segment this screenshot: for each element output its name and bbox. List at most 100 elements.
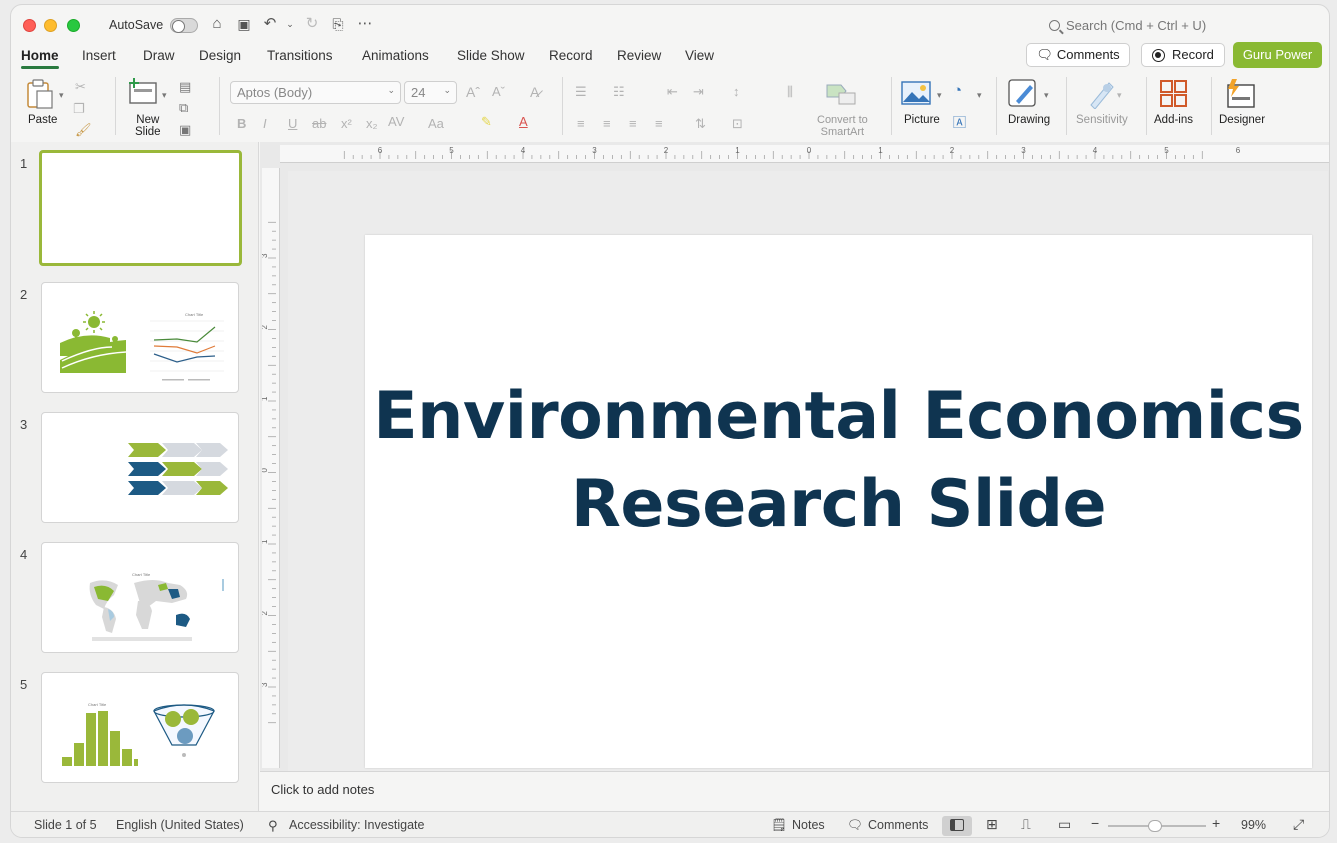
- horizontal-ruler[interactable]: 6 5 4 3 2 1 0 1 2 3 4 5 6: [280, 145, 1330, 163]
- sensitivity-dropdown-icon[interactable]: ▾: [1117, 87, 1122, 103]
- reading-view-icon[interactable]: ⎍: [1021, 816, 1031, 833]
- shapes-icon[interactable]: ◔: [953, 83, 962, 99]
- font-size-select[interactable]: 24 ⌄: [404, 81, 457, 104]
- align-left-icon[interactable]: ≡: [577, 116, 585, 132]
- font-color-icon[interactable]: A: [519, 114, 528, 130]
- slide-thumbnail-4[interactable]: Chart Title: [41, 542, 239, 653]
- autosave-toggle[interactable]: [170, 18, 198, 33]
- tab-insert[interactable]: Insert: [82, 48, 116, 63]
- current-slide[interactable]: Environmental Economics Research Slide: [365, 235, 1312, 768]
- slide-sorter-icon[interactable]: ⊞: [986, 816, 998, 833]
- slide-title[interactable]: Environmental Economics Research Slide: [365, 373, 1312, 549]
- maximize-window-button[interactable]: [67, 19, 80, 32]
- align-right-icon[interactable]: ≡: [629, 116, 637, 132]
- reset-slide-icon[interactable]: ⧉: [179, 100, 188, 116]
- designer-icon[interactable]: [1224, 77, 1258, 109]
- tab-record[interactable]: Record: [549, 48, 593, 63]
- format-painter-icon[interactable]: 🖌: [75, 122, 92, 138]
- tab-slide-show[interactable]: Slide Show: [457, 48, 525, 63]
- notes-pane[interactable]: Click to add notes: [260, 771, 1329, 810]
- line-spacing-icon[interactable]: ↕: [733, 84, 740, 100]
- tab-home[interactable]: Home: [21, 48, 59, 69]
- underline-icon[interactable]: U: [288, 116, 297, 132]
- columns-icon[interactable]: ⫼: [787, 84, 793, 100]
- slide-thumbnail-3[interactable]: [41, 412, 239, 523]
- search-field[interactable]: Search (Cmd + Ctrl + U): [1049, 18, 1206, 33]
- redo-icon[interactable]: ↻: [303, 15, 321, 33]
- slide-thumbnail-5[interactable]: Chart Title: [41, 672, 239, 783]
- tab-transitions[interactable]: Transitions: [267, 48, 333, 63]
- tab-draw[interactable]: Draw: [143, 48, 175, 63]
- new-slide-dropdown-icon[interactable]: ▾: [162, 87, 167, 103]
- zoom-level[interactable]: 99%: [1241, 818, 1266, 832]
- save-as-icon[interactable]: ⎘: [329, 15, 347, 33]
- zoom-slider-thumb[interactable]: [1148, 820, 1162, 832]
- increase-indent-icon[interactable]: ⇥: [693, 84, 704, 100]
- character-spacing-icon[interactable]: AV: [388, 114, 404, 130]
- change-case-icon[interactable]: Aa: [428, 116, 444, 132]
- tab-view[interactable]: View: [685, 48, 714, 63]
- comments-button[interactable]: 🗨 Comments: [1026, 43, 1130, 67]
- smartart-icon[interactable]: [825, 81, 857, 107]
- zoom-out-icon[interactable]: −: [1091, 815, 1099, 831]
- more-options-icon[interactable]: ⋯: [356, 15, 374, 33]
- accessibility-icon[interactable]: ⚲: [268, 818, 278, 834]
- italic-icon[interactable]: I: [263, 116, 267, 132]
- add-ins-icon[interactable]: [1159, 79, 1189, 109]
- close-window-button[interactable]: [23, 19, 36, 32]
- justify-icon[interactable]: ≡: [655, 116, 663, 132]
- vertical-ruler[interactable]: 3 2 1 0 1 2 3: [262, 168, 280, 768]
- drawing-dropdown-icon[interactable]: ▾: [1044, 87, 1049, 103]
- undo-icon[interactable]: ↶: [261, 15, 279, 33]
- slide-thumbnail-2[interactable]: Chart Title: [41, 282, 239, 393]
- section-icon[interactable]: ▣: [179, 122, 191, 138]
- bold-icon[interactable]: B: [237, 116, 246, 132]
- record-button[interactable]: Record: [1141, 43, 1225, 67]
- normal-view-button[interactable]: [942, 816, 972, 836]
- comments-status-icon[interactable]: 🗨: [847, 818, 863, 833]
- notes-button[interactable]: Notes: [792, 818, 825, 832]
- fit-to-window-icon[interactable]: ⤢: [1293, 816, 1304, 833]
- shapes-dropdown-icon[interactable]: ▾: [977, 87, 982, 103]
- superscript-icon[interactable]: x²: [341, 116, 352, 132]
- tab-design[interactable]: Design: [199, 48, 241, 63]
- bullets-icon[interactable]: ☰: [575, 84, 587, 100]
- sensitivity-icon[interactable]: [1087, 79, 1117, 109]
- decrease-font-icon[interactable]: Aˇ: [492, 84, 505, 100]
- align-center-icon[interactable]: ≡: [603, 116, 611, 132]
- picture-dropdown-icon[interactable]: ▾: [937, 87, 942, 103]
- zoom-in-icon[interactable]: +: [1212, 815, 1220, 831]
- text-direction-icon[interactable]: ⇅: [695, 116, 706, 132]
- home-icon[interactable]: ⌂: [208, 15, 226, 33]
- slide-thumbnail-1[interactable]: [39, 150, 242, 266]
- save-icon[interactable]: ▣: [235, 15, 253, 33]
- comments-status-button[interactable]: Comments: [868, 818, 928, 832]
- slide-show-view-icon[interactable]: ▭: [1058, 816, 1071, 833]
- increase-font-icon[interactable]: Aˆ: [466, 84, 480, 100]
- subscript-icon[interactable]: x₂: [366, 116, 378, 132]
- paste-dropdown-icon[interactable]: ▾: [59, 87, 64, 103]
- clear-formatting-icon[interactable]: A̷: [530, 84, 539, 100]
- undo-dropdown-icon[interactable]: ⌄: [281, 15, 299, 33]
- layout-icon[interactable]: ▤: [179, 79, 191, 95]
- drawing-icon[interactable]: [1008, 79, 1040, 109]
- tab-review[interactable]: Review: [617, 48, 661, 63]
- numbering-icon[interactable]: ☷: [613, 84, 625, 100]
- guru-power-button[interactable]: Guru Power: [1233, 42, 1322, 68]
- decrease-indent-icon[interactable]: ⇤: [667, 84, 678, 100]
- cut-icon[interactable]: ✂: [75, 79, 86, 95]
- accessibility-status[interactable]: Accessibility: Investigate: [289, 818, 424, 832]
- font-name-select[interactable]: Aptos (Body) ⌄: [230, 81, 401, 104]
- notes-icon[interactable]: 🗒: [771, 818, 787, 833]
- strikethrough-icon[interactable]: ab: [312, 116, 326, 132]
- text-box-icon[interactable]: 🄰: [953, 115, 966, 131]
- align-text-icon[interactable]: ⊡: [732, 116, 743, 132]
- new-slide-icon[interactable]: [126, 77, 160, 107]
- paste-icon[interactable]: [25, 77, 57, 111]
- picture-icon[interactable]: [901, 80, 931, 106]
- copy-icon[interactable]: ❐: [73, 101, 85, 117]
- highlight-icon[interactable]: ✎: [481, 114, 492, 130]
- tab-animations[interactable]: Animations: [362, 48, 429, 63]
- minimize-window-button[interactable]: [44, 19, 57, 32]
- language-status[interactable]: English (United States): [116, 818, 244, 832]
